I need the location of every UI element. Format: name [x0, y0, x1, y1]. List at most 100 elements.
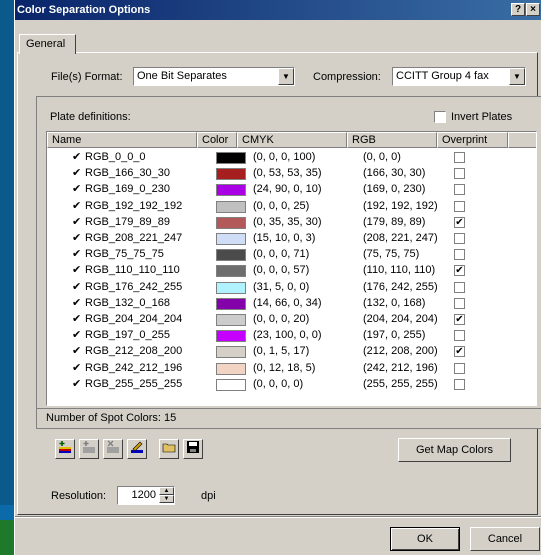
plate-row[interactable]: ✔ RGB_204_204_204 (0, 0, 0, 20) (204, 204, …	[47, 312, 536, 328]
plate-rgb: (179, 89, 89)	[363, 215, 426, 228]
compression-select[interactable]: CCITT Group 4 fax ▼	[392, 67, 526, 86]
plate-row[interactable]: ✔ RGB_242_212_196 (0, 12, 18, 5) (242, 212,…	[47, 361, 536, 377]
invert-plates-label: Invert Plates	[451, 111, 513, 123]
color-swatch[interactable]	[216, 249, 246, 262]
get-map-colors-button[interactable]: Get Map Colors	[398, 438, 511, 462]
plate-row[interactable]: ✔ RGB_192_192_192 (0, 0, 0, 25) (192, 192, …	[47, 199, 536, 215]
add-plate-disabled-icon[interactable]	[79, 439, 99, 459]
plate-enabled-checkbox[interactable]: ✔	[72, 168, 83, 179]
color-swatch[interactable]	[216, 168, 246, 181]
color-swatch[interactable]	[216, 184, 246, 197]
overprint-checkbox[interactable]	[454, 168, 465, 180]
overprint-checkbox[interactable]	[454, 200, 465, 212]
plate-enabled-checkbox[interactable]: ✔	[72, 362, 83, 374]
plate-row[interactable]: ✔ RGB_212_208_200 (0, 1, 5, 17) (212, 208, …	[47, 344, 536, 360]
spin-down-icon[interactable]: ▼	[159, 495, 174, 503]
color-swatch[interactable]	[216, 378, 246, 391]
plate-enabled-checkbox[interactable]: ✔	[72, 281, 83, 293]
column-filler	[508, 132, 536, 148]
color-swatch[interactable]	[216, 330, 246, 343]
plate-row[interactable]: ✔ RGB_169_0_230 (24, 90, 0, 10) (169, 0, 23…	[47, 182, 536, 198]
color-swatch[interactable]	[216, 314, 246, 326]
plate-rgb: (169, 0, 230)	[363, 183, 426, 196]
overprint-checkbox[interactable]	[454, 362, 465, 374]
plate-enabled-checkbox[interactable]: ✔	[72, 184, 83, 195]
plate-name: RGB_179_89_89	[85, 215, 171, 228]
color-swatch[interactable]	[216, 281, 246, 294]
plate-rgb: (176, 242, 255)	[363, 280, 438, 293]
plate-enabled-checkbox[interactable]: ✔	[72, 330, 83, 341]
plate-row[interactable]: ✔ RGB_75_75_75 (0, 0, 0, 71) (75, 75, 75)	[47, 247, 536, 263]
help-button[interactable]: ?	[511, 3, 525, 16]
plate-enabled-checkbox[interactable]: ✔	[72, 152, 83, 163]
plate-enabled-checkbox[interactable]: ✔	[72, 314, 83, 325]
plate-row[interactable]: ✔ RGB_208_221_247 (15, 10, 0, 3) (208, 221,…	[47, 231, 536, 247]
plate-rgb: (192, 192, 192)	[363, 199, 438, 212]
chevron-down-icon[interactable]: ▼	[278, 68, 294, 85]
overprint-checkbox[interactable]	[454, 297, 465, 309]
plate-row[interactable]: ✔ RGB_255_255_255 (0, 0, 0, 0) (255, 255, 2…	[47, 377, 536, 393]
save-disk-icon[interactable]	[183, 439, 203, 459]
overprint-checkbox[interactable]	[454, 378, 465, 390]
plate-cmyk: (0, 0, 0, 100)	[253, 151, 316, 163]
overprint-checkbox[interactable]: ✔	[454, 216, 465, 228]
plate-row[interactable]: ✔ RGB_197_0_255 (23, 100, 0, 0) (197, 0, 25…	[47, 328, 536, 344]
plate-enabled-checkbox[interactable]: ✔	[72, 200, 83, 212]
plate-row[interactable]: ✔ RGB_166_30_30 (0, 53, 53, 35) (166, 30, 3…	[47, 166, 536, 182]
ok-button[interactable]: OK	[390, 527, 460, 551]
edit-plate-icon[interactable]	[127, 439, 147, 459]
overprint-checkbox[interactable]: ✔	[454, 314, 465, 325]
column-overprint[interactable]: Overprint	[437, 132, 508, 148]
plate-enabled-checkbox[interactable]: ✔	[72, 216, 83, 228]
overprint-checkbox[interactable]	[454, 249, 465, 261]
column-rgb[interactable]: RGB	[347, 132, 437, 148]
plate-row[interactable]: ✔ RGB_179_89_89 (0, 35, 35, 30) (179, 89, 8…	[47, 215, 536, 231]
overprint-checkbox[interactable]: ✔	[454, 265, 465, 277]
open-folder-icon[interactable]	[159, 439, 179, 459]
chevron-down-icon[interactable]: ▼	[509, 68, 525, 85]
color-swatch[interactable]	[216, 265, 246, 278]
overprint-checkbox[interactable]	[454, 281, 465, 293]
plate-cmyk: (31, 5, 0, 0)	[253, 280, 310, 293]
close-button[interactable]: ×	[526, 3, 540, 16]
plate-row[interactable]: ✔ RGB_176_242_255 (31, 5, 0, 0) (176, 242, …	[47, 280, 536, 296]
overprint-checkbox[interactable]	[454, 233, 465, 244]
tab-general[interactable]: General	[19, 34, 76, 54]
taskbar-fragment	[0, 520, 14, 555]
resolution-spinner[interactable]: 1200 ▲ ▼	[117, 486, 175, 505]
column-cmyk[interactable]: CMYK	[237, 132, 347, 148]
color-swatch[interactable]	[216, 152, 246, 164]
plate-name: RGB_204_204_204	[85, 313, 183, 325]
cancel-button[interactable]: Cancel	[470, 527, 540, 551]
plate-list[interactable]: Name Color CMYK RGB Overprint ✔ RGB_0_0_0…	[46, 131, 537, 406]
plate-enabled-checkbox[interactable]: ✔	[72, 265, 83, 276]
plate-enabled-checkbox[interactable]: ✔	[72, 346, 83, 357]
format-select[interactable]: One Bit Separates ▼	[133, 67, 295, 86]
column-color[interactable]: Color	[197, 132, 237, 148]
plate-row[interactable]: ✔ RGB_0_0_0 (0, 0, 0, 100) (0, 0, 0)	[47, 150, 536, 166]
overprint-checkbox[interactable]	[454, 330, 465, 342]
plate-rgb: (242, 212, 196)	[363, 361, 438, 374]
spin-up-icon[interactable]: ▲	[159, 487, 174, 495]
overprint-checkbox[interactable]	[454, 184, 465, 196]
color-swatch[interactable]	[216, 362, 246, 375]
overprint-checkbox[interactable]: ✔	[454, 346, 465, 358]
delete-plate-icon[interactable]	[103, 439, 123, 459]
plate-row[interactable]: ✔ RGB_132_0_168 (14, 66, 0, 34) (132, 0, 16…	[47, 296, 536, 312]
plate-enabled-checkbox[interactable]: ✔	[72, 249, 83, 260]
plate-name: RGB_132_0_168	[85, 296, 171, 309]
color-swatch[interactable]	[216, 200, 246, 213]
color-swatch[interactable]	[216, 346, 246, 359]
color-swatch[interactable]	[216, 216, 246, 229]
add-plate-icon[interactable]	[55, 439, 75, 459]
plate-enabled-checkbox[interactable]: ✔	[72, 233, 83, 244]
invert-plates-checkbox[interactable]	[434, 111, 446, 123]
color-swatch[interactable]	[216, 297, 246, 310]
plate-enabled-checkbox[interactable]: ✔	[72, 297, 83, 309]
plate-name: RGB_197_0_255	[85, 329, 171, 342]
column-name[interactable]: Name	[47, 132, 197, 148]
overprint-checkbox[interactable]	[454, 152, 465, 163]
plate-enabled-checkbox[interactable]: ✔	[72, 378, 83, 390]
color-swatch[interactable]	[216, 233, 246, 245]
plate-row[interactable]: ✔ RGB_110_110_110 (0, 0, 0, 57) (110, 110, …	[47, 263, 536, 279]
